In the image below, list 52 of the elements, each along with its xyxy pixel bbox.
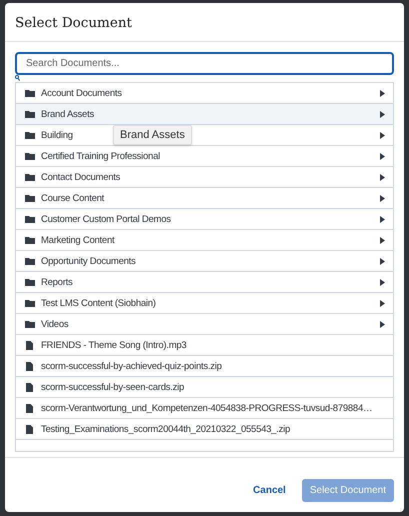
caret-icon <box>380 194 385 202</box>
folder-name: Customer Custom Portal Demos <box>41 214 171 224</box>
folder-name: Videos <box>41 318 68 330</box>
folder-name: Course Content <box>41 192 104 204</box>
folder-icon <box>25 110 35 118</box>
folder-icon <box>25 194 35 202</box>
folder-icon <box>25 215 35 223</box>
folder-row[interactable]: Brand Assets <box>16 104 393 125</box>
file-name: scorm-successful-by-seen-cards.zip <box>41 382 184 392</box>
caret-icon <box>380 152 385 160</box>
folder-icon <box>25 299 35 307</box>
folder-icon <box>25 173 35 181</box>
folder-icon <box>25 278 35 286</box>
file-name: FRIENDS - Theme Song (Intro).mp3 <box>41 340 186 350</box>
caret-icon <box>380 216 385 222</box>
folder-name: Marketing Content <box>41 234 114 246</box>
file-name: scorm-Verantwortung_und_Kompetenzen-4054838-PROGRESS-tuvsud-879884… <box>41 402 372 414</box>
search-field[interactable]: Search Documents... <box>15 52 394 75</box>
cancel-button[interactable]: Cancel <box>251 481 288 500</box>
file-icon <box>26 340 33 350</box>
caret-icon <box>380 90 385 96</box>
file-icon <box>26 424 33 434</box>
caret-icon <box>380 258 385 264</box>
folder-name: Building <box>41 130 73 140</box>
file-name: Testing_Examinations_scorm20044th_20210322_055543_.zip <box>41 424 290 434</box>
folder-name: Reports <box>41 276 73 288</box>
caret-icon <box>380 278 385 286</box>
file-icon <box>26 382 33 392</box>
folder-icon <box>25 131 35 139</box>
folder-name: Certified Training Professional <box>41 150 160 162</box>
folder-icon <box>25 257 35 265</box>
search-icon <box>15 75 20 81</box>
folder-icon <box>25 152 35 160</box>
folder-name: Opportunity Documents <box>41 256 136 266</box>
caret-icon <box>380 320 385 328</box>
folder-icon <box>25 236 35 244</box>
folder-name: Brand Assets <box>41 108 94 120</box>
folder-name: Account Documents <box>41 88 122 98</box>
dialog-title: Select Document <box>15 15 133 31</box>
folder-name: Test LMS Content (Siobhain) <box>41 298 156 308</box>
file-icon <box>26 404 33 412</box>
folder-name: Contact Documents <box>41 172 120 182</box>
caret-icon <box>380 300 385 306</box>
caret-icon <box>380 132 385 138</box>
folder-icon <box>25 320 35 328</box>
tooltip: Brand Assets <box>113 125 192 145</box>
folder-icon <box>25 89 35 97</box>
caret-icon <box>380 236 385 244</box>
caret-icon <box>380 110 385 118</box>
caret-icon <box>380 174 385 180</box>
file-icon <box>26 362 33 370</box>
file-name: scorm-successful-by-achieved-quiz-points.zip <box>41 360 222 372</box>
